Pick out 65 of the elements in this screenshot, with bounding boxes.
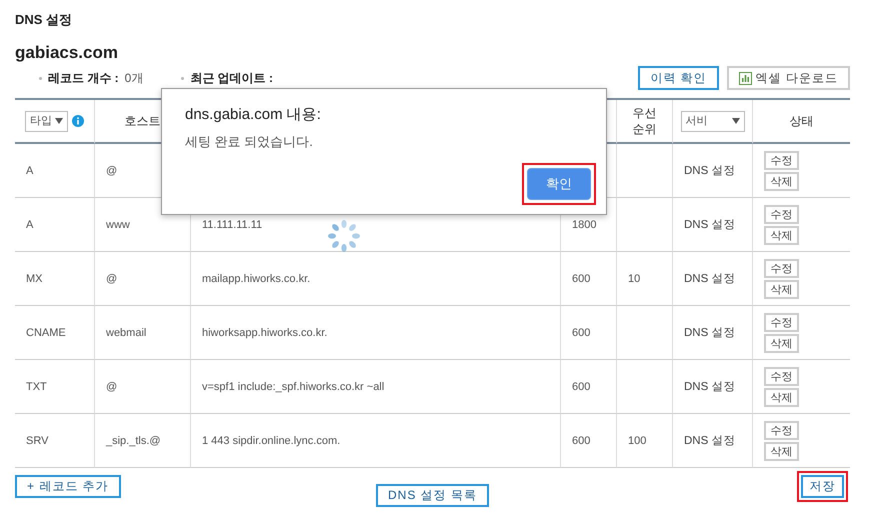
save-button[interactable]: 저장 — [801, 475, 844, 498]
host-cell: @ — [106, 272, 118, 284]
priority-cell: 10 — [628, 272, 640, 284]
delete-button[interactable]: 삭제 — [764, 388, 799, 406]
bullet-icon — [181, 76, 184, 80]
ttl-cell: 600 — [572, 326, 590, 338]
value-cell: 1 443 sipdir.online.lync.com. — [202, 434, 340, 446]
summary-label: 레코드 개수 : — [48, 70, 119, 86]
value-cell: 11.111.11.11 — [202, 218, 262, 230]
bullet-icon — [39, 76, 42, 80]
excel-download-button[interactable]: 엑셀 다운로드 — [726, 66, 850, 90]
dns-list-button[interactable]: DNS 설정 목록 — [376, 484, 489, 507]
host-cell: @ — [106, 164, 118, 176]
caret-icon — [55, 118, 63, 124]
delete-button[interactable]: 삭제 — [764, 280, 799, 298]
edit-button[interactable]: 수정 — [764, 312, 799, 332]
delete-button[interactable]: 삭제 — [764, 226, 799, 244]
column-header: 우선 순위 — [632, 104, 656, 138]
priority-cell: 100 — [628, 434, 646, 446]
column-header: 상태 — [790, 112, 814, 130]
service-cell-text: DNS 설정 — [684, 218, 736, 232]
summary-value: 0개 — [124, 70, 144, 86]
type-cell: TXT — [26, 380, 47, 392]
edit-button[interactable]: 수정 — [764, 420, 799, 440]
delete-button[interactable]: 삭제 — [764, 442, 799, 460]
ttl-cell: 1800 — [572, 218, 596, 230]
ttl-cell: 600 — [572, 272, 590, 284]
ttl-cell: 600 — [572, 434, 590, 446]
delete-button[interactable]: 삭제 — [764, 334, 799, 352]
host-cell: @ — [106, 380, 118, 392]
service-cell-text: DNS 설정 — [684, 272, 736, 286]
history-button[interactable]: 이력 확인 — [638, 66, 719, 90]
value-cell: hiworksapp.hiworks.co.kr. — [202, 326, 328, 338]
edit-button[interactable]: 수정 — [764, 150, 799, 170]
value-cell: mailapp.hiworks.co.kr. — [202, 272, 310, 284]
service-cell-text: DNS 설정 — [684, 164, 736, 178]
type-cell: MX — [26, 272, 42, 284]
column-header: 호스트 — [124, 112, 160, 130]
add-record-button[interactable]: + 레코드 추가 — [15, 475, 121, 498]
type-cell: A — [26, 164, 34, 176]
spreadsheet-chart-icon — [738, 72, 752, 84]
host-cell: webmail — [106, 326, 146, 338]
column-filter-select[interactable]: 타입 — [25, 110, 68, 132]
host-cell: www — [106, 218, 130, 230]
type-cell: A — [26, 218, 34, 230]
value-cell: v=spf1 include:_spf.hiworks.co.kr ~all — [202, 380, 384, 392]
dialog-title: dns.gabia.com 내용: — [185, 105, 322, 124]
dialog-message: 세팅 완료 되었습니다. — [185, 133, 314, 151]
host-cell: _sip._tls.@ — [106, 434, 161, 446]
info-icon[interactable] — [72, 115, 84, 127]
ttl-cell: 600 — [572, 380, 590, 392]
edit-button[interactable]: 수정 — [764, 366, 799, 386]
summary-label: 최근 업데이트 : — [190, 70, 274, 86]
page-title: DNS 설정 — [15, 11, 72, 29]
delete-button[interactable]: 삭제 — [764, 172, 799, 190]
service-cell-text: DNS 설정 — [684, 326, 736, 340]
edit-button[interactable]: 수정 — [764, 204, 799, 224]
type-cell: SRV — [26, 434, 48, 446]
column-filter-select[interactable]: 서비 — [680, 110, 744, 132]
service-cell-text: DNS 설정 — [684, 380, 736, 394]
edit-button[interactable]: 수정 — [764, 258, 799, 278]
service-cell-text: DNS 설정 — [684, 434, 736, 448]
caret-icon — [732, 118, 740, 124]
type-cell: CNAME — [26, 326, 66, 338]
domain-title: gabiacs.com — [15, 43, 118, 63]
